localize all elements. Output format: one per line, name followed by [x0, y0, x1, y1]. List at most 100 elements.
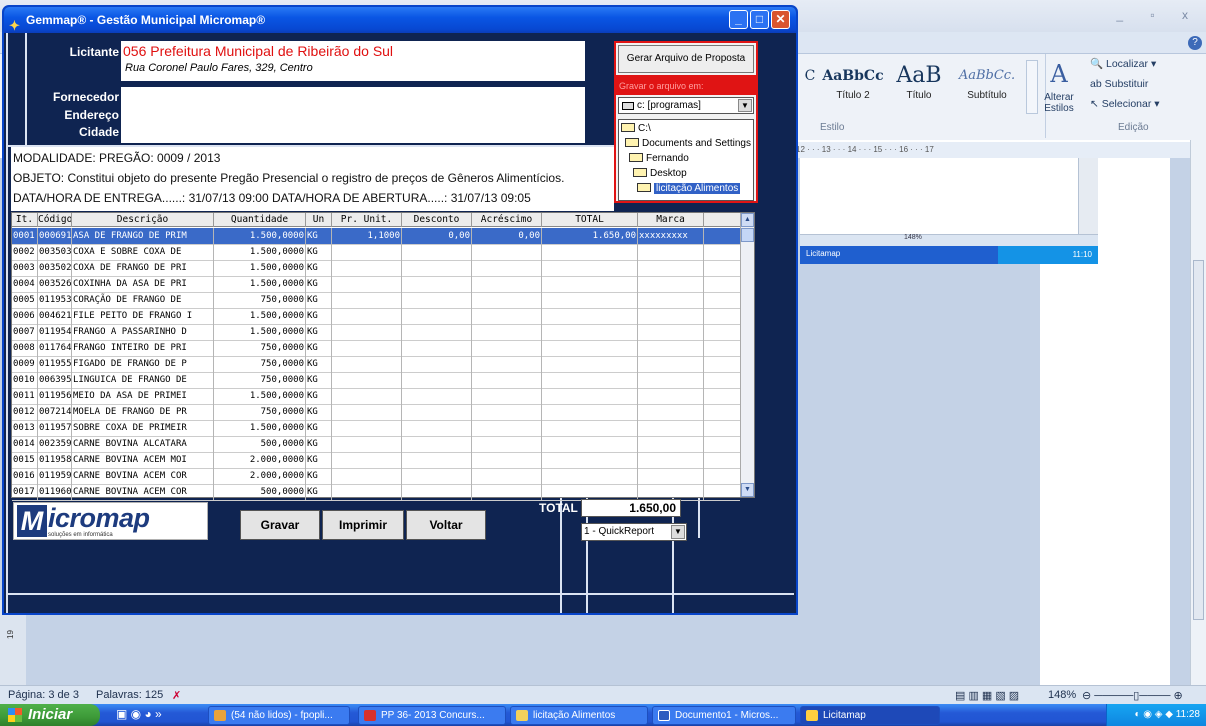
endereco-label: Endereço	[64, 108, 119, 122]
grid-header-cell[interactable]: Quantidade	[214, 213, 306, 227]
view-buttons[interactable]: ▤ ▥ ▦ ▧ ▨	[955, 689, 1019, 702]
table-row[interactable]: 0012 007214 MOELA DE FRANGO DE PR 750,0000 K…	[12, 404, 740, 421]
table-cell: 0011	[12, 388, 38, 404]
table-cell: 500,0000	[214, 484, 306, 500]
table-row[interactable]: 0014 002359 CARNE BOVINA ALCATARA 500,0000 K…	[12, 436, 740, 453]
grid-header-cell[interactable]: Descrição	[72, 213, 214, 227]
grid-scrollbar[interactable]: ▲ ▼	[740, 213, 754, 497]
table-cell: CARNE BOVINA ACEM COR	[72, 484, 214, 500]
grid-header-cell[interactable]: It.	[12, 213, 38, 227]
folder-item[interactable]: Desktop	[633, 167, 687, 180]
table-cell: 0,00	[402, 228, 472, 244]
table-cell	[402, 356, 472, 372]
grid-header-cell[interactable]: Acréscimo	[472, 213, 542, 227]
grid-header-cell[interactable]: Un	[306, 213, 332, 227]
substituir-button[interactable]: ab Substituir	[1090, 74, 1200, 94]
table-row[interactable]: 0016 011959 CARNE BOVINA ACEM COR 2.000,000…	[12, 468, 740, 485]
table-row[interactable]: 0010 006395 LINGUICA DE FRANGO DE 750,0000 K…	[12, 372, 740, 389]
scroll-up-icon[interactable]: ▲	[741, 213, 754, 227]
task-pp36[interactable]: PP 36- 2013 Concurs...	[358, 706, 506, 725]
grid-header-cell[interactable]: Código	[38, 213, 72, 227]
table-cell	[402, 308, 472, 324]
tray-icons[interactable]: ◐ ◉ ◈ ◆	[1134, 709, 1175, 720]
table-cell: 0001	[12, 228, 38, 244]
alterar-estilos-button[interactable]: A Alterar Estilos	[1032, 60, 1086, 114]
quick-launch[interactable]: ▣ ◉ ◕ »	[116, 707, 162, 721]
table-cell: CARNE BOVINA ACEM COR	[72, 468, 214, 484]
minimize-button[interactable]: _	[729, 10, 748, 29]
table-cell: 750,0000	[214, 372, 306, 388]
maximize-button[interactable]: □	[750, 10, 769, 29]
imprimir-button[interactable]: Imprimir	[322, 510, 404, 540]
scroll-thumb[interactable]	[1193, 260, 1204, 620]
table-cell	[402, 484, 472, 500]
licitante-field[interactable]: 056 Prefeitura Municipal de Ribeirão do …	[121, 41, 585, 81]
table-row[interactable]: 0005 011953 CORAÇÃO DE FRANGO DE 750,0000 KG	[12, 292, 740, 309]
table-cell	[332, 324, 402, 340]
table-row[interactable]: 0011 011956 MEIO DA ASA DE PRIMEI 1.500,000…	[12, 388, 740, 405]
table-row[interactable]: 0006 004621 FILE PEITO DE FRANGO I 1.500,00…	[12, 308, 740, 325]
chevron-down-icon[interactable]: ▼	[671, 525, 685, 539]
word-count[interactable]: Palavras: 125	[96, 689, 163, 701]
table-cell: CARNE BOVINA ACEM MOI	[72, 452, 214, 468]
folder-item[interactable]: Fernando	[629, 152, 689, 165]
table-cell: KG	[306, 484, 332, 500]
selecionar-button[interactable]: ↖ Selecionar ▾	[1090, 94, 1200, 114]
spellcheck-icon[interactable]: ✗	[172, 689, 181, 702]
table-row[interactable]: 0015 011958 CARNE BOVINA ACEM MOI 2.000,000…	[12, 452, 740, 469]
word-window-buttons[interactable]: _ ▫ x	[1116, 8, 1200, 22]
table-row[interactable]: 0009 011955 FIGADO DE FRANGO DE P 750,0000 K…	[12, 356, 740, 373]
table-cell	[472, 356, 542, 372]
grid-header-cell[interactable]: Desconto	[402, 213, 472, 227]
gemmap-titlebar[interactable]: ✦ Gemmap® - Gestão Municipal Micromap® _…	[4, 7, 796, 33]
table-cell	[472, 484, 542, 500]
localizar-button[interactable]: 🔍 Localizar ▾	[1090, 54, 1200, 74]
voltar-button[interactable]: Voltar	[406, 510, 486, 540]
system-tray[interactable]: ◐ ◉ ◈ ◆ 11:28	[1106, 704, 1206, 726]
task-licitamap[interactable]: Licitamap	[800, 706, 940, 725]
chevron-down-icon[interactable]: ▼	[738, 99, 752, 112]
help-icon[interactable]: ?	[1188, 36, 1202, 50]
table-row[interactable]: 0002 003503 COXA E SOBRE COXA DE 1.500,0000…	[12, 244, 740, 261]
gerar-arquivo-button[interactable]: Gerar Arquivo de Proposta	[618, 45, 754, 73]
style-cut[interactable]: C	[800, 62, 820, 114]
grid-header-cell[interactable]: Marca	[638, 213, 704, 227]
folder-item[interactable]: Documents and Settings	[625, 137, 751, 150]
page-count[interactable]: Página: 3 de 3	[8, 689, 79, 701]
gravar-button[interactable]: Gravar	[240, 510, 320, 540]
start-button[interactable]: Iniciar	[0, 704, 100, 726]
fornecedor-field[interactable]	[121, 87, 585, 143]
table-row[interactable]: 0004 003526 COXINHA DA ASA DE PRI 1.500,000…	[12, 276, 740, 293]
grid-header-cell[interactable]: Pr. Unit.	[332, 213, 402, 227]
task-word[interactable]: Documento1 - Micros...	[652, 706, 796, 725]
table-cell: 007214	[38, 404, 72, 420]
task-folder[interactable]: licitação Alimentos	[510, 706, 648, 725]
drive-select[interactable]: c: [programas] ▼	[618, 97, 754, 114]
table-cell	[472, 388, 542, 404]
task-browser[interactable]: (54 não lidos) - fpopli...	[208, 706, 350, 725]
zoom-slider[interactable]: ⊖ ─────▯──── ⊕	[1082, 689, 1183, 702]
table-cell: COXINHA DA ASA DE PRI	[72, 276, 214, 292]
table-row[interactable]: 0013 011957 SOBRE COXA DE PRIMEIR 1.500,000…	[12, 420, 740, 437]
style-titulo2[interactable]: AaBbCc Título 2	[822, 62, 884, 114]
scroll-down-icon[interactable]: ▼	[741, 483, 754, 497]
folder-item[interactable]: C:\	[621, 122, 651, 135]
folder-list[interactable]: C:\ Documents and Settings Fernando Desk…	[618, 119, 754, 201]
table-cell: 0004	[12, 276, 38, 292]
grid-header-cell[interactable]: TOTAL	[542, 213, 638, 227]
report-select[interactable]: 1 - QuickReport ▼	[581, 523, 687, 541]
style-subtitulo[interactable]: AaBbCc. Subtítulo	[954, 62, 1020, 114]
table-cell: 0008	[12, 340, 38, 356]
table-row[interactable]: 0007 011954 FRANGO A PASSARINHO D 1.500,000…	[12, 324, 740, 341]
zoom-level[interactable]: 148%	[1048, 689, 1076, 701]
close-button[interactable]: ✕	[771, 10, 790, 29]
folder-item-selected[interactable]: licitação Alimentos	[637, 182, 741, 195]
table-cell: 011958	[38, 452, 72, 468]
scroll-thumb[interactable]	[741, 228, 754, 242]
drive-icon	[622, 102, 634, 110]
table-row[interactable]: 0008 011764 FRANGO INTEIRO DE PRI 750,0000 K…	[12, 340, 740, 357]
table-row-selected[interactable]: 0001 000691 ASA DE FRANGO DE PRIM 1.500,000…	[12, 228, 740, 245]
style-titulo[interactable]: AaB Título	[888, 62, 950, 114]
word-vertical-scrollbar[interactable]	[1190, 140, 1206, 685]
table-row[interactable]: 0003 003502 COXA DE FRANGO DE PRI 1.500,000…	[12, 260, 740, 277]
